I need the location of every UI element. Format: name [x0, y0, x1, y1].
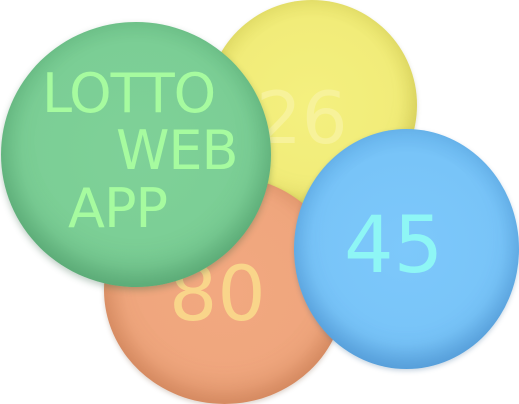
logo-title-line-2: WEB	[116, 119, 239, 182]
lotto-web-app-logo: 26 80 45 LOTTO WEB APP	[0, 0, 519, 404]
green-lotto-ball: LOTTO WEB APP	[1, 22, 271, 287]
logo-title-line-3: APP	[68, 177, 168, 240]
blue-lotto-ball: 45	[294, 129, 519, 369]
blue-ball-number: 45	[344, 201, 444, 291]
logo-title-line-1: LOTTO	[42, 62, 216, 125]
